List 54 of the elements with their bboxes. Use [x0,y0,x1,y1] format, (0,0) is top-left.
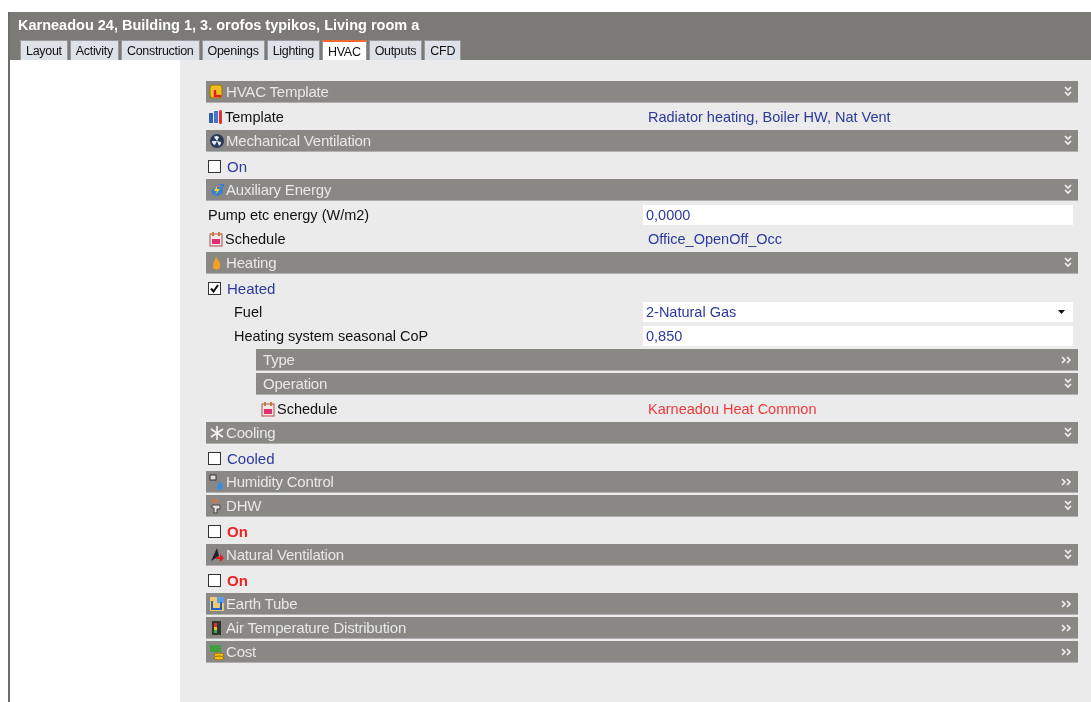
collapse-icon[interactable] [1064,135,1072,146]
tab[interactable]: Layout [20,40,68,60]
fan-icon [209,132,225,149]
property-label: Template [225,109,284,125]
expand-icon[interactable] [1061,647,1072,656]
lightning-icon [209,181,225,198]
checkbox[interactable] [208,159,221,173]
window-title: Karneadou 24, Building 1, 3. orofos typikos, Living room a [18,17,420,33]
checkbox-label[interactable]: Heated [227,279,276,297]
snowflake-icon [209,424,225,441]
calendar-icon [208,231,224,247]
expand-icon[interactable] [1061,355,1072,364]
earth-tube-icon [209,595,225,612]
tab[interactable]: HVAC [322,40,367,60]
expand-icon[interactable] [1061,477,1072,486]
radiator-icon [208,109,224,125]
checkbox[interactable] [208,524,221,538]
property-label: Pump etc energy (W/m2) [208,207,370,223]
collapse-icon[interactable] [1064,257,1072,268]
collapse-icon[interactable] [1064,86,1072,97]
expand-icon[interactable] [1061,623,1072,632]
dropdown[interactable]: 2-Natural Gas [643,302,1073,322]
collapse-icon[interactable] [1064,427,1072,438]
input-field[interactable]: 0,0000 [643,205,1073,225]
dropdown-arrow-icon[interactable] [1058,310,1065,314]
checkbox-label[interactable]: Cooled [227,449,275,467]
collapse-icon[interactable] [1064,378,1072,389]
arrow-icon [209,546,225,563]
checkbox[interactable] [208,451,221,465]
expand-icon[interactable] [1061,599,1072,608]
checkbox[interactable] [208,281,221,295]
checkbox-label[interactable]: On [227,157,247,175]
tab[interactable]: Lighting [266,40,320,60]
checkbox[interactable] [208,573,221,587]
collapse-icon[interactable] [1064,549,1072,560]
checkbox-label[interactable]: On [227,522,248,540]
property-label: Fuel [234,304,263,320]
tab[interactable]: Activity [69,40,119,60]
property-value[interactable]: Radiator heating, Boiler HW, Nat Vent [643,109,1073,125]
calendar-icon [260,401,276,417]
money-icon [209,643,225,660]
tab[interactable]: Outputs [368,40,423,60]
property-label: Heating system seasonal CoP [234,328,429,344]
input-field[interactable]: 0,850 [643,326,1073,346]
collapse-icon[interactable] [1064,500,1072,511]
collapse-icon[interactable] [1064,184,1072,195]
tab[interactable]: Openings [201,40,265,60]
tab[interactable]: CFD [424,40,462,60]
property-value[interactable]: Office_OpenOff_Occ [643,231,1073,247]
checkbox-label[interactable]: On [227,571,248,589]
property-label: Schedule [225,231,286,247]
humidity-icon [209,473,225,490]
tab[interactable]: Construction [120,40,200,60]
property-label: Schedule [277,401,338,417]
